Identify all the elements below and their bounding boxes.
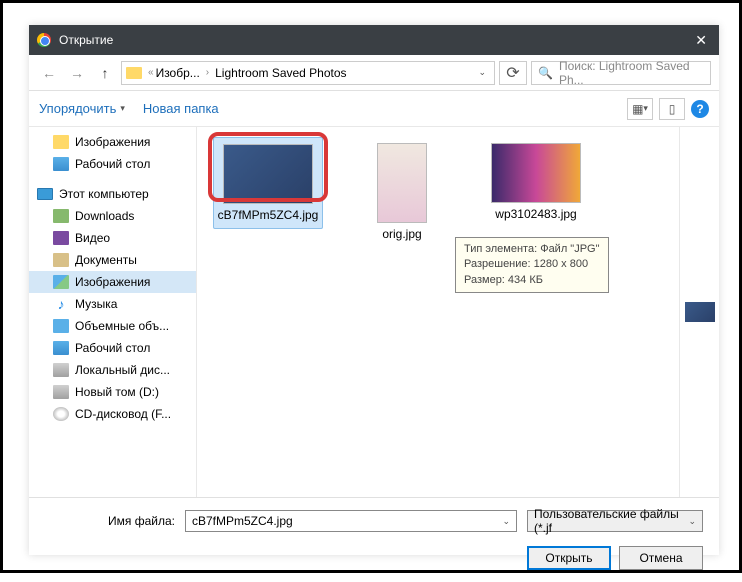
file-name: orig.jpg [382, 227, 421, 241]
sidebar-item-images-quick[interactable]: Изображения [29, 131, 196, 153]
chevron-down-icon: ⌄ [688, 516, 696, 527]
help-icon[interactable]: ? [691, 100, 709, 118]
preview-thumbnail [685, 302, 715, 322]
open-file-dialog: Открытие ✕ ← → ↑ « Изобр... › Lightroom … [29, 25, 719, 555]
titlebar: Открытие ✕ [29, 25, 719, 55]
refresh-button[interactable]: ⟳ [499, 61, 527, 85]
search-placeholder: Поиск: Lightroom Saved Ph... [559, 59, 704, 87]
sidebar-item-music[interactable]: ♪Музыка [29, 293, 196, 315]
new-folder-button[interactable]: Новая папка [143, 101, 219, 116]
sidebar-item-documents[interactable]: Документы [29, 249, 196, 271]
preview-pane [679, 127, 719, 497]
file-tooltip: Тип элемента: Файл "JPG" Разрешение: 128… [455, 237, 609, 293]
file-list[interactable]: cB7fMPm5ZC4.jpg orig.jpg wp3102483.jpg Т… [197, 127, 719, 497]
organize-button[interactable]: Упорядочить ▾ [39, 101, 125, 116]
filename-label: Имя файла: [45, 514, 175, 528]
chevron-down-icon[interactable]: ⌄ [502, 516, 510, 527]
close-icon[interactable]: ✕ [691, 32, 711, 49]
nav-row: ← → ↑ « Изобр... › Lightroom Saved Photo… [29, 55, 719, 91]
file-name: cB7fMPm5ZC4.jpg [218, 208, 319, 222]
sidebar-item-images[interactable]: Изображения [29, 271, 196, 293]
search-input[interactable]: 🔍 Поиск: Lightroom Saved Ph... [531, 61, 711, 85]
toolbar: Упорядочить ▾ Новая папка ▦ ▾ ▯ ? [29, 91, 719, 127]
sidebar-item-video[interactable]: Видео [29, 227, 196, 249]
file-thumbnail [223, 144, 313, 204]
folder-icon [126, 67, 142, 79]
window-title: Открытие [59, 33, 113, 47]
breadcrumb-dropdown[interactable]: ⌄ [474, 67, 490, 78]
sidebar-item-cd-drive[interactable]: CD-дисковод (F... [29, 403, 196, 425]
file-thumbnail [377, 143, 427, 223]
sidebar: Изображения Рабочий стол Этот компьютер … [29, 127, 197, 497]
file-item[interactable]: orig.jpg [347, 137, 457, 247]
preview-pane-button[interactable]: ▯ [659, 98, 685, 120]
up-button[interactable]: ↑ [93, 61, 117, 85]
open-button[interactable]: Открыть [527, 546, 611, 570]
filename-input[interactable]: cB7fMPm5ZC4.jpg ⌄ [185, 510, 517, 532]
file-type-filter[interactable]: Пользовательские файлы (*.jf ⌄ [527, 510, 703, 532]
sidebar-item-local-disk[interactable]: Локальный дис... [29, 359, 196, 381]
forward-button: → [65, 61, 89, 85]
chevron-down-icon: ▾ [120, 103, 125, 114]
breadcrumb-seg1[interactable]: Изобр... [156, 66, 200, 80]
sidebar-item-new-volume[interactable]: Новый том (D:) [29, 381, 196, 403]
bottom-panel: Имя файла: cB7fMPm5ZC4.jpg ⌄ Пользовател… [29, 497, 719, 582]
sidebar-item-3d[interactable]: Объемные объ... [29, 315, 196, 337]
view-mode-button[interactable]: ▦ ▾ [627, 98, 653, 120]
sidebar-item-desktop[interactable]: Рабочий стол [29, 337, 196, 359]
sidebar-item-downloads[interactable]: Downloads [29, 205, 196, 227]
search-icon: 🔍 [538, 66, 553, 80]
breadcrumb-seg2[interactable]: Lightroom Saved Photos [215, 66, 346, 80]
file-name: wp3102483.jpg [495, 207, 576, 221]
sidebar-item-desktop-quick[interactable]: Рабочий стол [29, 153, 196, 175]
chevron-right-icon: › [206, 67, 209, 78]
file-item[interactable]: wp3102483.jpg [481, 137, 591, 227]
cancel-button[interactable]: Отмена [619, 546, 703, 570]
file-thumbnail [491, 143, 581, 203]
sidebar-item-this-pc[interactable]: Этот компьютер [29, 183, 196, 205]
chrome-icon [37, 33, 51, 47]
breadcrumb[interactable]: « Изобр... › Lightroom Saved Photos ⌄ [121, 61, 495, 85]
back-button[interactable]: ← [37, 61, 61, 85]
file-item-selected[interactable]: cB7fMPm5ZC4.jpg [213, 137, 323, 229]
